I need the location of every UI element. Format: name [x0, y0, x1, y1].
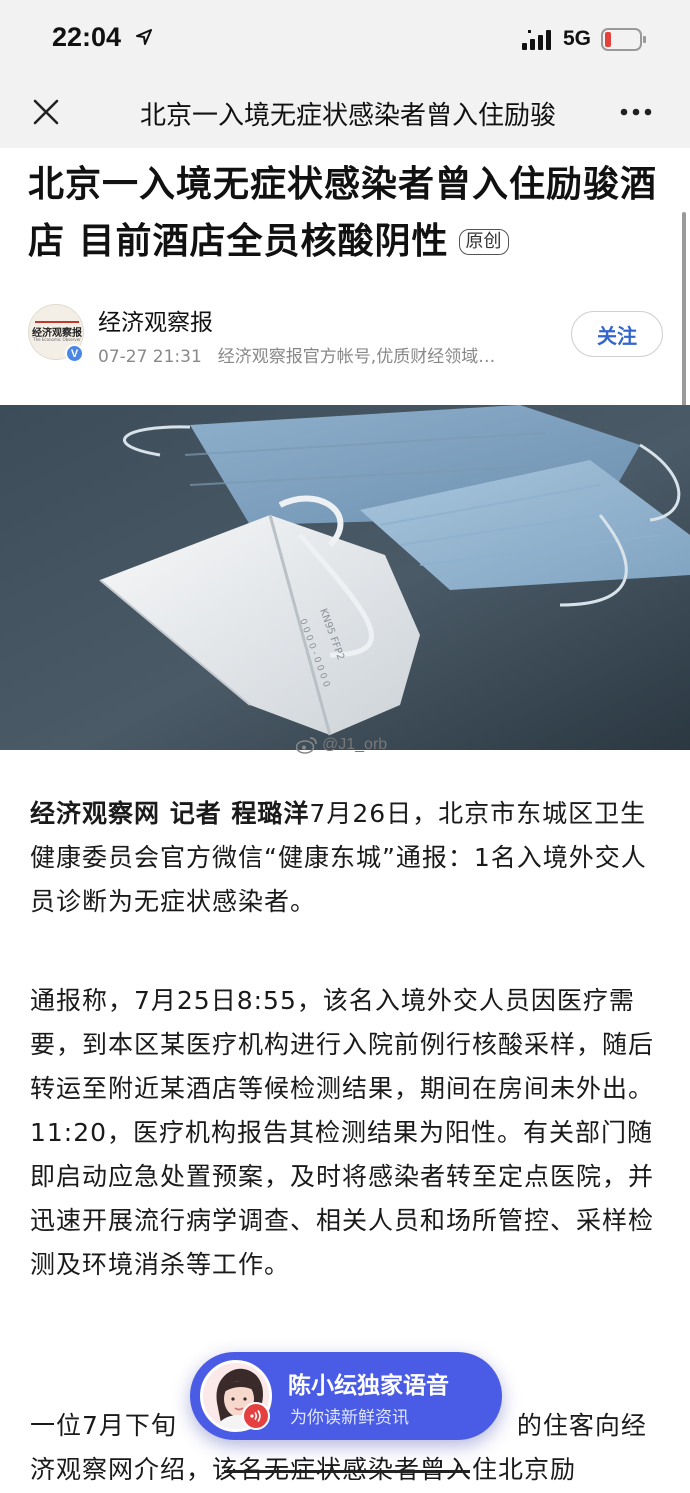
image-watermark: @J1_orb: [296, 734, 387, 756]
paragraph-1: 经济观察网 记者 程璐洋7月26日，北京市东城区卫生健康委员会官方微信“健康东城…: [30, 792, 670, 924]
voice-card-title: 陈小纭独家语音: [288, 1373, 449, 1399]
watermark-text: @J1_orb: [322, 736, 388, 753]
verified-icon: V: [65, 344, 84, 363]
avatar-red-bar: [35, 321, 79, 323]
author-name[interactable]: 经济观察报: [98, 303, 213, 337]
avatar-logo-subtext: The Economic Observer: [33, 337, 81, 342]
more-icon: [620, 108, 652, 116]
nav-title: 北京一入境无症状感染者曾入住励骏: [140, 101, 557, 131]
top-nav-bar: 北京一入境无症状感染者曾入住励骏: [0, 80, 690, 148]
follow-button[interactable]: 关注: [571, 311, 663, 357]
close-button[interactable]: [26, 92, 66, 132]
reporter-byline: 经济观察网 记者 程璐洋: [30, 799, 310, 828]
signal-icon: [522, 30, 551, 50]
status-time: 22:04: [52, 22, 122, 52]
voice-reader-card[interactable]: 陈小纭独家语音 为你读新鲜资讯: [190, 1352, 502, 1440]
network-type: 5G: [563, 27, 592, 50]
article-title-text: 北京一入境无症状感染者曾入住励骏酒店 目前酒店全员核酸阴性: [28, 164, 658, 262]
article-title: 北京一入境无症状感染者曾入住励骏酒店 目前酒店全员核酸阴性 原创: [28, 156, 678, 270]
weibo-icon: [296, 737, 317, 754]
article-image[interactable]: KN95 FFP2 0 0 0 0 - 0 0 0 0: [0, 405, 690, 750]
author-description: 经济观察报官方帐号,优质财经领域…: [217, 347, 496, 367]
close-icon: [33, 99, 59, 125]
more-button[interactable]: [616, 94, 656, 130]
paragraph-2: 通报称，7月25日8:55，该名入境外交人员因医疗需要，到本区某医疗机构进行入院…: [30, 986, 655, 1279]
speaker-icon: [242, 1402, 270, 1430]
mask-photo: KN95 FFP2 0 0 0 0 - 0 0 0 0: [0, 405, 690, 750]
voice-card-subtitle: 为你读新鲜资讯: [290, 1408, 409, 1428]
post-date: 07-27 21:31: [98, 347, 202, 367]
strikethrough-line: [224, 1470, 470, 1473]
battery-low-icon: [601, 28, 646, 51]
scroll-indicator[interactable]: [682, 212, 686, 426]
original-badge: 原创: [458, 229, 509, 255]
location-arrow-icon: [136, 29, 152, 45]
post-meta: 07-27 21:31 经济观察报官方帐号,优质财经领域…: [98, 342, 495, 367]
status-bar: 22:04 5G: [0, 0, 690, 80]
